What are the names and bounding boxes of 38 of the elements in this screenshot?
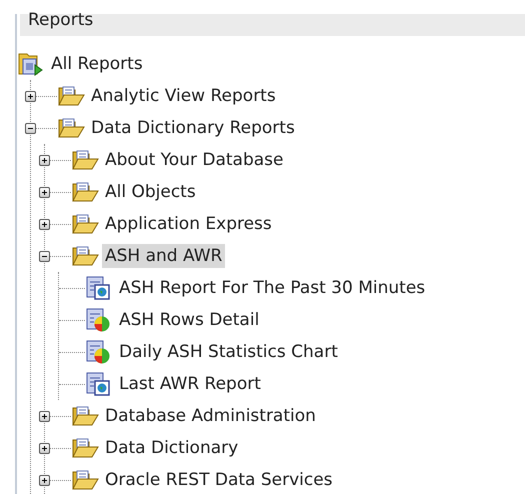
folder-icon (57, 85, 85, 107)
expand-toggle[interactable] (39, 218, 50, 230)
report-globe-icon (85, 275, 111, 301)
collapse-toggle[interactable] (39, 250, 50, 262)
tree-item[interactable]: All Reports (48, 52, 146, 76)
tree-item[interactable]: ASH Rows Detail (116, 308, 262, 332)
folder-icon (71, 213, 99, 235)
collapse-toggle[interactable] (25, 122, 36, 134)
reports-folder-icon (17, 51, 45, 77)
tree-item[interactable]: Last AWR Report (116, 372, 264, 396)
tree-item[interactable]: Oracle REST Data Services (102, 468, 336, 492)
tree-item[interactable]: ASH and AWR (102, 244, 226, 268)
report-pie-chart-icon (85, 339, 111, 365)
folder-icon (71, 181, 99, 203)
tree-item[interactable]: About Your Database (102, 148, 286, 172)
folder-icon (71, 437, 99, 459)
folder-icon (71, 149, 99, 171)
expand-toggle[interactable] (39, 410, 50, 422)
folder-icon (71, 405, 99, 427)
expand-toggle[interactable] (39, 186, 50, 198)
tree-item[interactable]: Application Express (102, 212, 275, 236)
panel-title: Reports (28, 10, 94, 30)
expand-toggle[interactable] (39, 154, 50, 166)
tree-item[interactable]: Data Dictionary Reports (88, 116, 298, 140)
folder-icon (71, 245, 99, 267)
tree-item[interactable]: ASH Report For The Past 30 Minutes (116, 276, 428, 300)
tree-item[interactable]: Data Dictionary (102, 436, 242, 460)
expand-toggle[interactable] (39, 474, 50, 486)
expand-toggle[interactable] (25, 90, 36, 102)
tree-item[interactable]: All Objects (102, 180, 199, 204)
report-globe-icon (85, 371, 111, 397)
folder-icon (57, 117, 85, 139)
tree-item[interactable]: Daily ASH Statistics Chart (116, 340, 341, 364)
tree-item[interactable]: Database Administration (102, 404, 319, 428)
expand-toggle[interactable] (39, 442, 50, 454)
folder-icon (71, 469, 99, 491)
tree-item[interactable]: Analytic View Reports (88, 84, 279, 108)
report-pie-chart-icon (85, 307, 111, 333)
